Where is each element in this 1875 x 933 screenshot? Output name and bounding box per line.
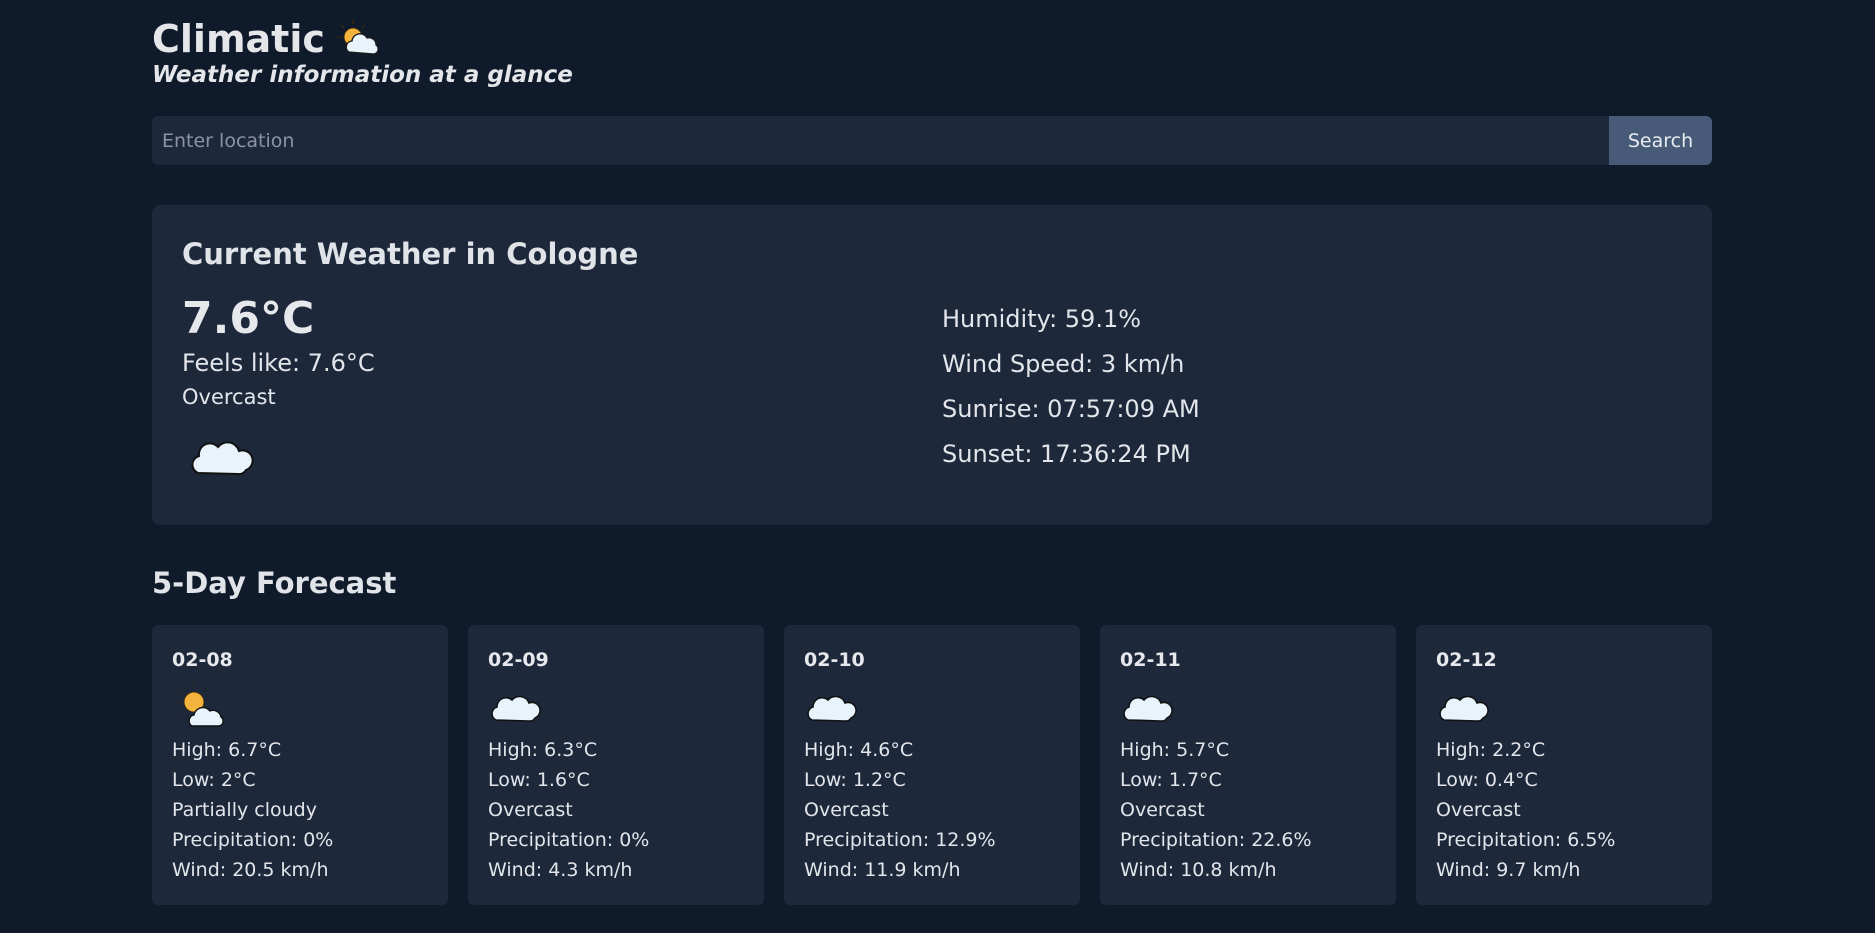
forecast-condition: Partially cloudy	[172, 799, 317, 821]
search-bar: Search	[152, 116, 1712, 165]
sun-behind-cloud-icon	[336, 19, 379, 55]
forecast-high: High: 6.7°C	[172, 739, 282, 761]
forecast-low: Low: 1.6°C	[488, 769, 590, 791]
forecast-high: High: 5.7°C	[1120, 739, 1230, 761]
forecast-card: 02-09 High: 6.3°C Low: 1.6°C Overcast Pr…	[468, 625, 764, 905]
current-condition: Overcast	[182, 385, 276, 409]
app-subtitle: Weather information at a glance	[152, 62, 573, 88]
forecast-details: High: 6.3°C Low: 1.6°C Overcast Precipit…	[488, 735, 649, 885]
forecast-list: 02-08 High: 6.7°C Low: 2°C Partially clo…	[152, 625, 1712, 905]
forecast-condition: Overcast	[1120, 799, 1205, 821]
forecast-low: Low: 0.4°C	[1436, 769, 1538, 791]
wind-speed: Wind Speed: 3 km/h	[942, 350, 1185, 378]
forecast-date: 02-11	[1120, 649, 1181, 671]
sunrise: Sunrise: 07:57:09 AM	[942, 395, 1200, 423]
cloud-icon	[191, 441, 254, 476]
forecast-wind: Wind: 11.9 km/h	[804, 859, 961, 881]
forecast-details: High: 4.6°C Low: 1.2°C Overcast Precipit…	[804, 735, 996, 885]
forecast-wind: Wind: 9.7 km/h	[1436, 859, 1581, 881]
cloud-icon	[1439, 695, 1489, 722]
weather-details: Humidity: 59.1% Wind Speed: 3 km/h Sunri…	[942, 297, 1200, 477]
cloud-icon	[491, 695, 541, 722]
forecast-low: Low: 1.2°C	[804, 769, 906, 791]
forecast-date: 02-08	[172, 649, 233, 671]
forecast-card: 02-11 High: 5.7°C Low: 1.7°C Overcast Pr…	[1100, 625, 1396, 905]
app-title-text: Climatic	[152, 17, 325, 61]
current-temperature: 7.6°C	[182, 293, 315, 344]
forecast-low: Low: 2°C	[172, 769, 256, 791]
current-weather-heading: Current Weather in Cologne	[182, 237, 639, 271]
forecast-precipitation: Precipitation: 12.9%	[804, 829, 996, 851]
forecast-date: 02-10	[804, 649, 865, 671]
forecast-details: High: 5.7°C Low: 1.7°C Overcast Precipit…	[1120, 735, 1312, 885]
forecast-details: High: 2.2°C Low: 0.4°C Overcast Precipit…	[1436, 735, 1615, 885]
location-search-input[interactable]	[152, 116, 1609, 165]
forecast-high: High: 2.2°C	[1436, 739, 1546, 761]
forecast-precipitation: Precipitation: 6.5%	[1436, 829, 1616, 851]
humidity: Humidity: 59.1%	[942, 305, 1142, 333]
forecast-high: High: 4.6°C	[804, 739, 914, 761]
forecast-wind: Wind: 4.3 km/h	[488, 859, 633, 881]
forecast-precipitation: Precipitation: 0%	[172, 829, 334, 851]
sunset: Sunset: 17:36:24 PM	[942, 440, 1191, 468]
current-weather-card: Current Weather in Cologne 7.6°C Feels l…	[152, 205, 1712, 525]
forecast-details: High: 6.7°C Low: 2°C Partially cloudy Pr…	[172, 735, 333, 885]
app-title: Climatic	[152, 16, 381, 62]
cloud-icon	[807, 695, 857, 722]
sun-behind-cloud-icon	[175, 682, 224, 727]
forecast-low: Low: 1.7°C	[1120, 769, 1222, 791]
forecast-condition: Overcast	[1436, 799, 1521, 821]
forecast-precipitation: Precipitation: 0%	[488, 829, 650, 851]
search-button[interactable]: Search	[1609, 116, 1712, 165]
forecast-condition: Overcast	[804, 799, 889, 821]
forecast-card: 02-12 High: 2.2°C Low: 0.4°C Overcast Pr…	[1416, 625, 1712, 905]
forecast-card: 02-10 High: 4.6°C Low: 1.2°C Overcast Pr…	[784, 625, 1080, 905]
cloud-icon	[1123, 695, 1173, 722]
forecast-heading: 5-Day Forecast	[152, 566, 397, 600]
forecast-condition: Overcast	[488, 799, 573, 821]
forecast-wind: Wind: 10.8 km/h	[1120, 859, 1277, 881]
feels-like: Feels like: 7.6°C	[182, 349, 375, 377]
forecast-date: 02-12	[1436, 649, 1497, 671]
forecast-date: 02-09	[488, 649, 549, 671]
forecast-wind: Wind: 20.5 km/h	[172, 859, 329, 881]
forecast-precipitation: Precipitation: 22.6%	[1120, 829, 1312, 851]
forecast-card: 02-08 High: 6.7°C Low: 2°C Partially clo…	[152, 625, 448, 905]
forecast-high: High: 6.3°C	[488, 739, 598, 761]
